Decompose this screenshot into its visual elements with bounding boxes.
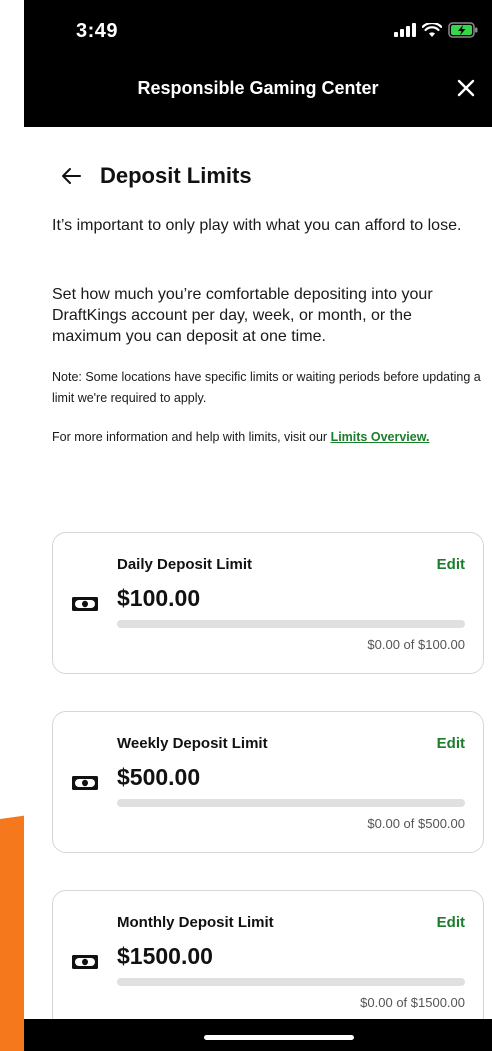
- progress-text: $0.00 of $100.00: [367, 637, 465, 652]
- signal-icon: [394, 23, 416, 37]
- phone-screen: 3:49 Responsible Gaming Center Deposit L…: [24, 0, 492, 1051]
- progress-text: $0.00 of $1500.00: [360, 995, 465, 1010]
- page: 3:49 Responsible Gaming Center Deposit L…: [0, 0, 492, 1051]
- progress-bar: [117, 799, 465, 807]
- back-arrow-icon[interactable]: [60, 165, 82, 187]
- status-time: 3:49: [76, 20, 119, 42]
- limits-overview-link[interactable]: Limits Overview.: [331, 430, 430, 444]
- info-prefix: For more information and help with limit…: [52, 430, 331, 444]
- card-label: Monthly Deposit Limit: [117, 914, 274, 931]
- close-icon[interactable]: [454, 76, 478, 100]
- cash-icon: [72, 776, 98, 790]
- wifi-icon: [422, 22, 442, 37]
- card-amount: $500.00: [117, 764, 201, 790]
- progress-bar: [117, 620, 465, 628]
- card-label: Weekly Deposit Limit: [117, 735, 268, 752]
- header-title: Responsible Gaming Center: [137, 78, 379, 98]
- top-bar: 3:49 Responsible Gaming Center: [24, 0, 492, 127]
- title-row: Deposit Limits: [60, 163, 252, 189]
- daily-limit-card: Daily Deposit Limit Edit $100.00 $0.00 o…: [52, 532, 484, 674]
- status-icons: [394, 22, 478, 38]
- card-label: Daily Deposit Limit: [117, 556, 253, 573]
- progress-bar: [117, 978, 465, 986]
- home-indicator[interactable]: [204, 1035, 354, 1040]
- edit-monthly-limit-button[interactable]: Edit: [437, 914, 465, 931]
- cash-icon: [72, 955, 98, 969]
- cash-icon: [72, 597, 98, 611]
- info-text: For more information and help with limit…: [52, 427, 488, 448]
- page-title: Deposit Limits: [100, 163, 252, 188]
- card-amount: $100.00: [117, 585, 201, 611]
- battery-charging-icon: [448, 22, 478, 38]
- progress-text: $0.00 of $500.00: [367, 816, 465, 831]
- note-text: Note: Some locations have specific limit…: [52, 370, 481, 405]
- card-amount: $1500.00: [117, 943, 213, 969]
- intro-text: It’s important to only play with what yo…: [52, 217, 462, 234]
- weekly-limit-card: Weekly Deposit Limit Edit $500.00 $0.00 …: [52, 711, 484, 853]
- background-orange-shape: [0, 815, 26, 1051]
- home-bar: [24, 1019, 492, 1051]
- edit-daily-limit-button[interactable]: Edit: [437, 556, 465, 573]
- edit-weekly-limit-button[interactable]: Edit: [437, 735, 465, 752]
- description-text: Set how much you’re comfortable depositi…: [52, 286, 433, 345]
